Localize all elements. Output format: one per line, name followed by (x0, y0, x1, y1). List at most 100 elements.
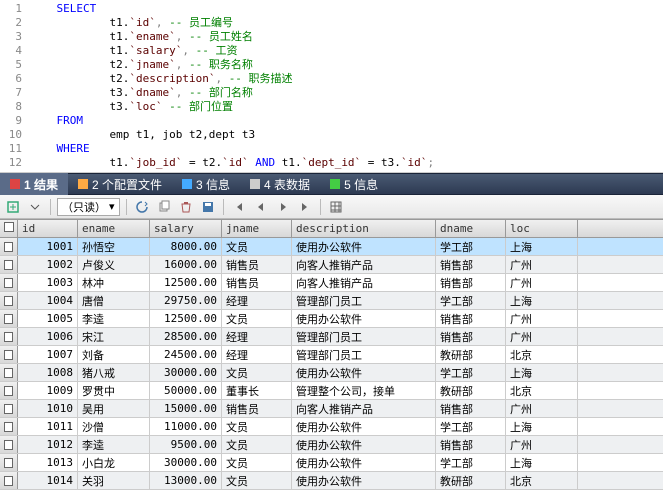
cell-salary: 30000.00 (150, 454, 222, 471)
row-checkbox[interactable] (0, 364, 18, 381)
col-loc[interactable]: loc (506, 220, 578, 237)
table-row[interactable]: 1005李逵12500.00文员使用办公软件销售部广州 (0, 310, 663, 328)
tab-3[interactable]: 4 表数据 (240, 173, 320, 195)
cell-ename: 刘备 (78, 346, 150, 363)
row-checkbox[interactable] (0, 436, 18, 453)
row-checkbox[interactable] (0, 472, 18, 489)
col-jname[interactable]: jname (222, 220, 292, 237)
tab-0[interactable]: 1 结果 (0, 173, 68, 195)
cell-id: 1014 (18, 472, 78, 489)
table-row[interactable]: 1010吴用15000.00销售员向客人推销产品销售部广州 (0, 400, 663, 418)
cell-dname: 学工部 (436, 238, 506, 255)
cell-jname: 文员 (222, 310, 292, 327)
row-checkbox[interactable] (0, 256, 18, 273)
col-ename[interactable]: ename (78, 220, 150, 237)
cell-jname: 董事长 (222, 382, 292, 399)
cell-salary: 12500.00 (150, 274, 222, 291)
separator (50, 199, 51, 215)
row-checkbox[interactable] (0, 238, 18, 255)
table-row[interactable]: 1013小白龙30000.00文员使用办公软件学工部上海 (0, 454, 663, 472)
tab-2[interactable]: 3 信息 (172, 173, 240, 195)
cell-loc: 广州 (506, 274, 578, 291)
col-dname[interactable]: dname (436, 220, 506, 237)
row-checkbox[interactable] (0, 346, 18, 363)
cell-ename: 卢俊义 (78, 256, 150, 273)
checkbox-header[interactable] (0, 220, 18, 237)
cell-description: 使用办公软件 (292, 436, 436, 453)
cell-loc: 上海 (506, 292, 578, 309)
cell-ename: 沙僧 (78, 418, 150, 435)
cell-dname: 销售部 (436, 274, 506, 291)
cell-description: 管理部门员工 (292, 292, 436, 309)
tab-4[interactable]: 5 信息 (320, 173, 388, 195)
save-icon[interactable] (199, 198, 217, 216)
col-description[interactable]: description (292, 220, 436, 237)
cell-jname: 文员 (222, 436, 292, 453)
next-icon[interactable] (274, 198, 292, 216)
cell-description: 向客人推销产品 (292, 256, 436, 273)
grid-icon[interactable] (327, 198, 345, 216)
row-checkbox[interactable] (0, 418, 18, 435)
table-row[interactable]: 1014关羽13000.00文员使用办公软件教研部北京 (0, 472, 663, 490)
table-row[interactable]: 1007刘备24500.00经理管理部门员工教研部北京 (0, 346, 663, 364)
cell-dname: 教研部 (436, 346, 506, 363)
cell-jname: 文员 (222, 238, 292, 255)
row-checkbox[interactable] (0, 328, 18, 345)
prev-icon[interactable] (252, 198, 270, 216)
cell-description: 使用办公软件 (292, 238, 436, 255)
last-icon[interactable] (296, 198, 314, 216)
cell-salary: 13000.00 (150, 472, 222, 489)
delete-icon[interactable] (177, 198, 195, 216)
cell-id: 1005 (18, 310, 78, 327)
separator (320, 199, 321, 215)
table-row[interactable]: 1011沙僧11000.00文员使用办公软件学工部上海 (0, 418, 663, 436)
table-row[interactable]: 1001孙悟空8000.00文员使用办公软件学工部上海 (0, 238, 663, 256)
cell-loc: 广州 (506, 436, 578, 453)
cell-ename: 小白龙 (78, 454, 150, 471)
row-checkbox[interactable] (0, 292, 18, 309)
row-checkbox[interactable] (0, 310, 18, 327)
cell-ename: 罗贯中 (78, 382, 150, 399)
table-row[interactable]: 1006宋江28500.00经理管理部门员工销售部广州 (0, 328, 663, 346)
tab-1[interactable]: 2 个配置文件 (68, 173, 172, 195)
cell-salary: 8000.00 (150, 238, 222, 255)
separator (126, 199, 127, 215)
table-row[interactable]: 1002卢俊义16000.00销售员向客人推销产品销售部广州 (0, 256, 663, 274)
row-checkbox[interactable] (0, 274, 18, 291)
col-id[interactable]: id (18, 220, 78, 237)
cell-dname: 学工部 (436, 418, 506, 435)
refresh-icon[interactable] (133, 198, 151, 216)
table-row[interactable]: 1012李逵9500.00文员使用办公软件销售部广州 (0, 436, 663, 454)
table-row[interactable]: 1003林冲12500.00销售员向客人推销产品销售部广州 (0, 274, 663, 292)
row-checkbox[interactable] (0, 382, 18, 399)
cell-dname: 学工部 (436, 364, 506, 381)
first-icon[interactable] (230, 198, 248, 216)
separator (223, 199, 224, 215)
table-row[interactable]: 1004唐僧29750.00经理管理部门员工学工部上海 (0, 292, 663, 310)
table-row[interactable]: 1008猪八戒30000.00文员使用办公软件学工部上海 (0, 364, 663, 382)
cell-description: 管理部门员工 (292, 328, 436, 345)
copy-icon[interactable] (155, 198, 173, 216)
cell-loc: 北京 (506, 472, 578, 489)
cell-id: 1002 (18, 256, 78, 273)
cell-id: 1011 (18, 418, 78, 435)
cell-id: 1012 (18, 436, 78, 453)
cell-dname: 学工部 (436, 292, 506, 309)
cell-salary: 30000.00 (150, 364, 222, 381)
cell-id: 1003 (18, 274, 78, 291)
dropdown-icon[interactable] (26, 198, 44, 216)
readonly-select[interactable]: （只读） ▾ (57, 198, 120, 216)
cell-ename: 宋江 (78, 328, 150, 345)
export-icon[interactable] (4, 198, 22, 216)
col-salary[interactable]: salary (150, 220, 222, 237)
row-checkbox[interactable] (0, 400, 18, 417)
cell-dname: 教研部 (436, 472, 506, 489)
cell-description: 使用办公软件 (292, 454, 436, 471)
row-checkbox[interactable] (0, 454, 18, 471)
cell-ename: 关羽 (78, 472, 150, 489)
table-row[interactable]: 1009罗贯中50000.00董事长管理整个公司，接单教研部北京 (0, 382, 663, 400)
sql-editor[interactable]: 1 SELECT2 t1.`id`, -- 员工编号3 t1.`ename`, … (0, 0, 663, 173)
cell-salary: 24500.00 (150, 346, 222, 363)
cell-dname: 销售部 (436, 310, 506, 327)
result-grid: id ename salary jname description dname … (0, 219, 663, 490)
